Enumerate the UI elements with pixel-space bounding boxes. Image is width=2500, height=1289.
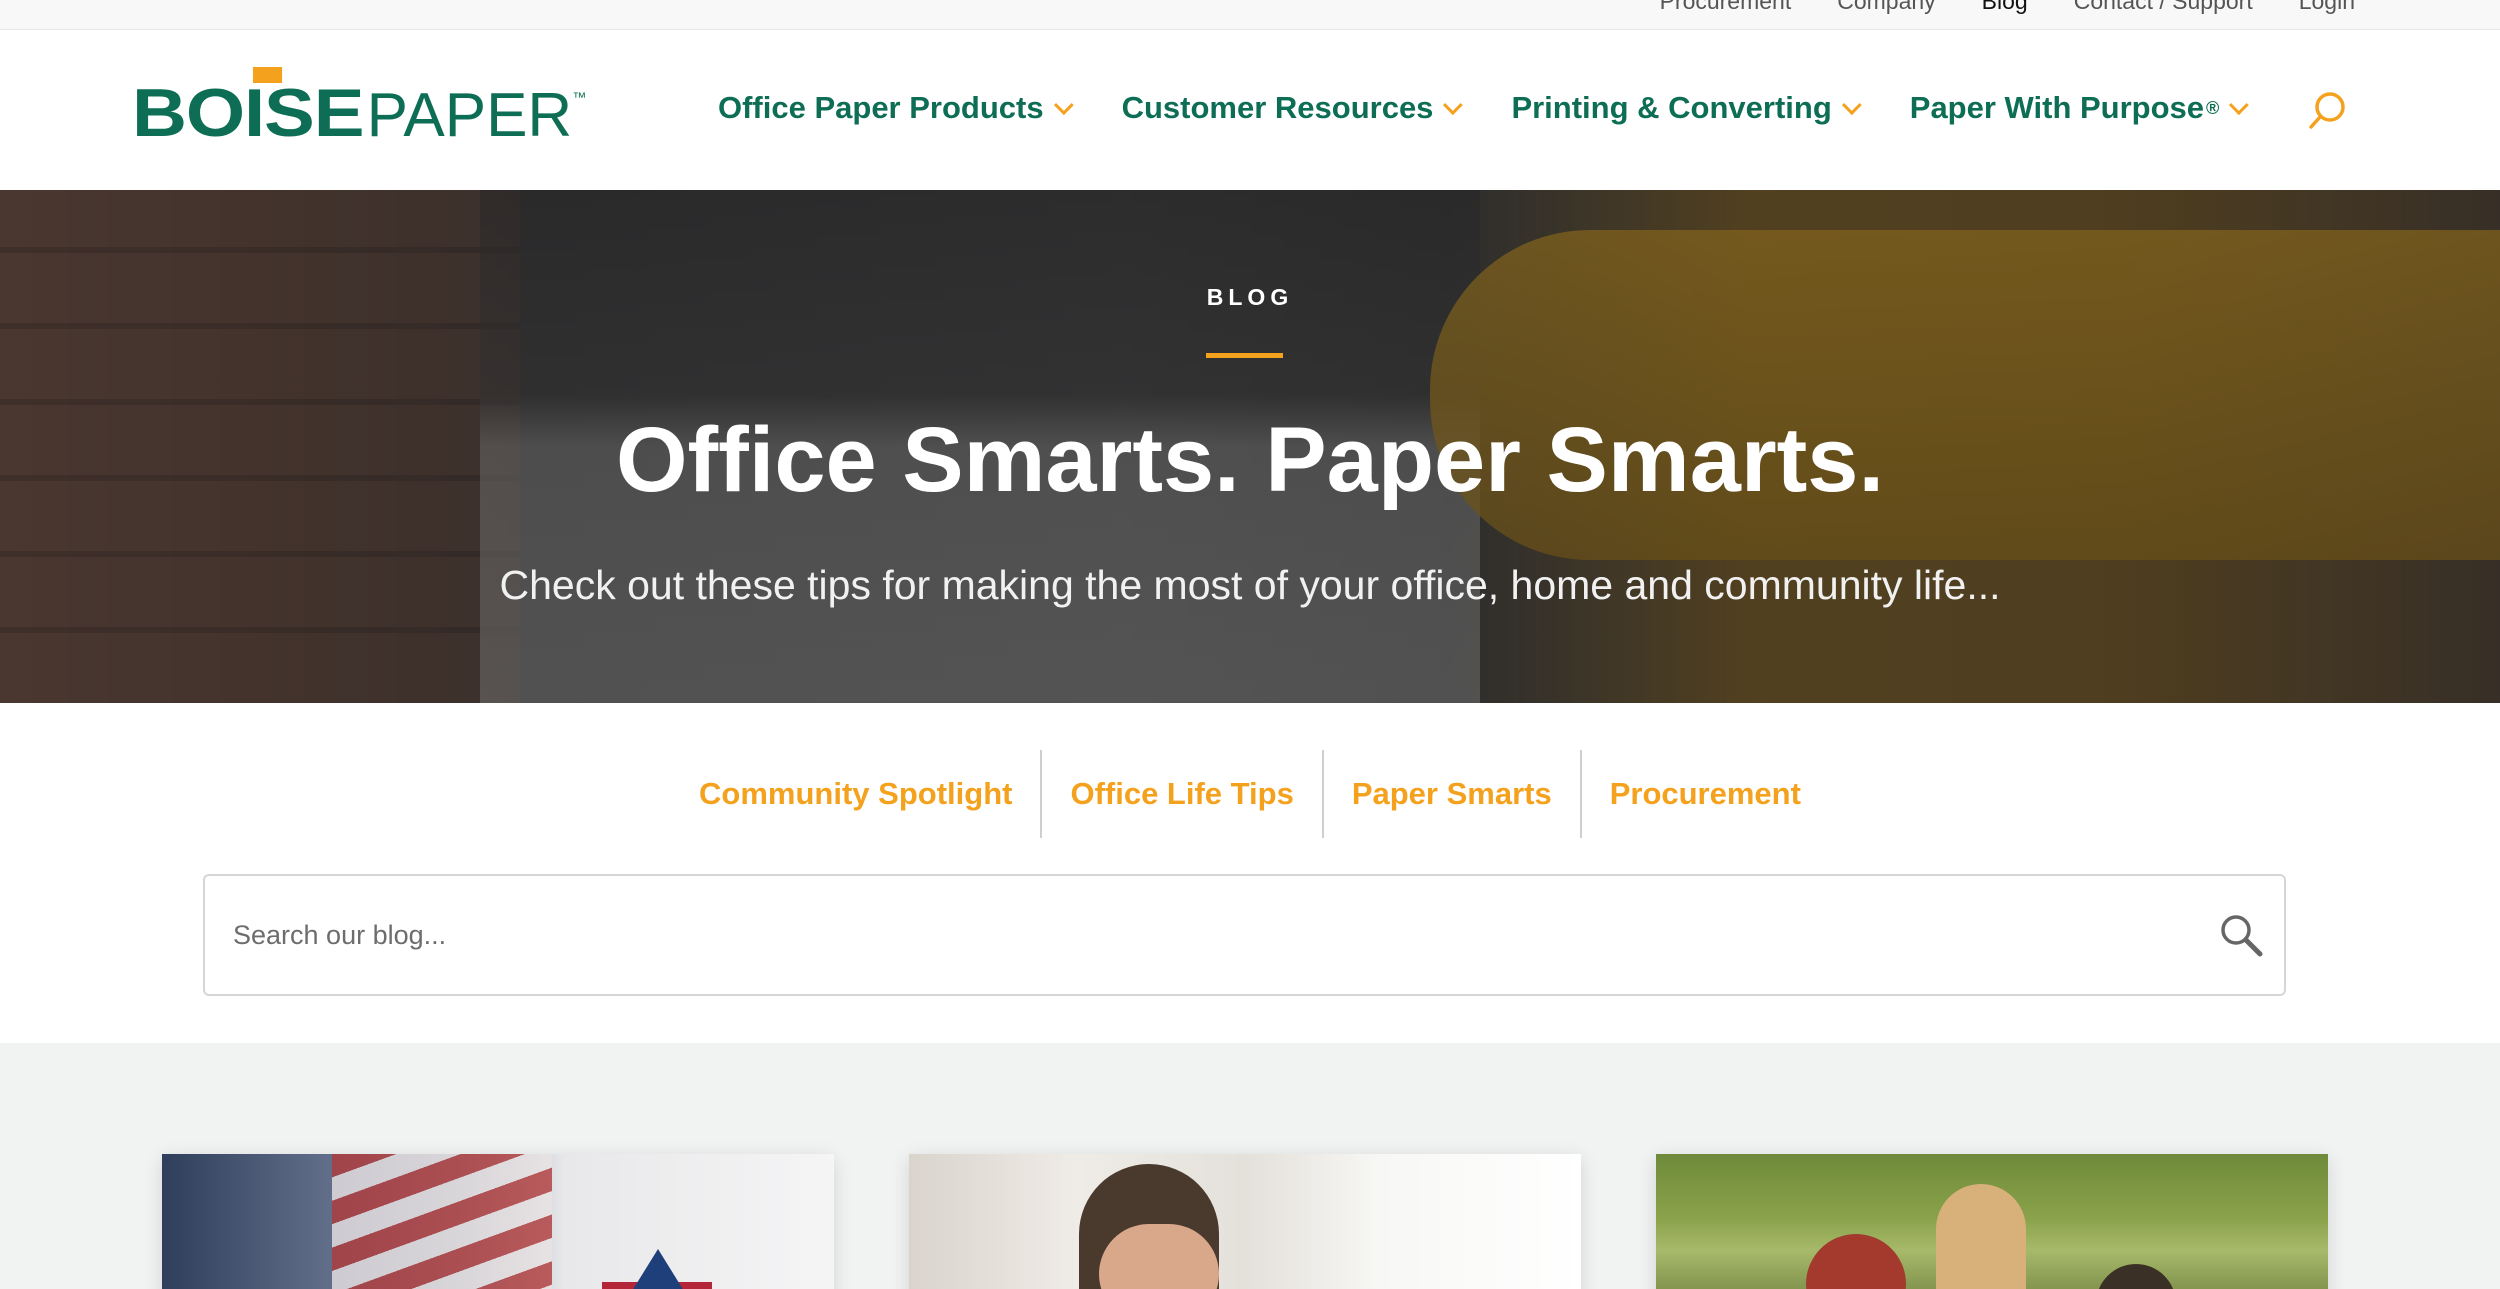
person-dark-hair [2096, 1264, 2176, 1289]
search-icon[interactable] [2308, 90, 2348, 132]
outdoor-group-image [1656, 1154, 2328, 1289]
nav-label: Paper With Purpose [1909, 90, 2205, 125]
hero-title: Office Smarts. Paper Smarts. [615, 409, 1885, 511]
nav-paper-with-purpose[interactable]: Paper With Purpose ® [1909, 90, 2250, 126]
nav-office-paper-products[interactable]: Office Paper Products [718, 90, 1074, 126]
flag-stripes [332, 1154, 552, 1289]
person-red-hair [1806, 1234, 1906, 1289]
blog-card[interactable] [909, 1154, 1581, 1289]
logo-boise-wordmark: BOISE [132, 67, 365, 147]
blog-hero: BLOG Office Smarts. Paper Smarts. Check … [0, 190, 2500, 703]
logo-word-paper: PAPER [366, 81, 573, 150]
utility-link-blog[interactable]: Blog [1982, 0, 2028, 15]
nav-label: Printing & Converting [1511, 90, 1832, 125]
nav-customer-resources[interactable]: Customer Resources [1121, 90, 1464, 126]
blog-cards-section [0, 1043, 2500, 1289]
utility-link-company[interactable]: Company [1837, 0, 1935, 15]
hero-kicker: BLOG [1206, 284, 1294, 310]
hero-divider [1206, 353, 1283, 358]
logo-orange-dot [252, 67, 283, 83]
category-paper-smarts[interactable]: Paper Smarts [1321, 750, 1580, 838]
category-community-spotlight[interactable]: Community Spotlight [671, 750, 1040, 838]
blog-card[interactable] [1656, 1154, 2328, 1289]
registered-mark: ® [2206, 97, 2220, 118]
category-office-life-tips[interactable]: Office Life Tips [1040, 750, 1321, 838]
utility-nav: Procurement Company Blog Contact / Suppo… [1660, 0, 2355, 15]
chevron-down-icon [1443, 95, 1464, 116]
site-header: BOISE PAPER ™ Office Paper Products Cust… [0, 30, 2500, 190]
logo-trademark: ™ [572, 89, 587, 105]
nav-label: Office Paper Products [718, 90, 1044, 125]
blog-card[interactable] [162, 1154, 834, 1289]
nav-label: Customer Resources [1121, 90, 1434, 125]
chevron-down-icon [2229, 95, 2250, 116]
chevron-down-icon [1053, 95, 1074, 116]
man-with-glasses-image [909, 1154, 1581, 1289]
magnifier-icon[interactable] [2218, 912, 2264, 958]
category-procurement[interactable]: Procurement [1579, 750, 1829, 838]
utility-bar: Procurement Company Blog Contact / Suppo… [0, 0, 2500, 30]
category-nav: Community Spotlight Office Life Tips Pap… [0, 750, 2500, 838]
hero-subtitle: Check out these tips for making the most… [499, 562, 2001, 608]
utility-link-login[interactable]: Login [2299, 0, 2355, 15]
logo-word-boise: BOISE [132, 75, 365, 151]
boise-paper-logo[interactable]: BOISE PAPER ™ [132, 67, 587, 150]
main-nav: Office Paper Products Customer Resources… [718, 90, 2250, 126]
utility-link-contact-support[interactable]: Contact / Support [2074, 0, 2253, 15]
chevron-down-icon [1841, 95, 1862, 116]
flag-image [162, 1154, 834, 1289]
nav-printing-converting[interactable]: Printing & Converting [1511, 90, 1862, 126]
blog-search-box [203, 874, 2286, 996]
utility-link-procurement[interactable]: Procurement [1660, 0, 1792, 15]
person-blonde [1936, 1184, 2026, 1289]
star-icon [632, 1249, 684, 1289]
blog-search-input[interactable] [233, 876, 2133, 994]
